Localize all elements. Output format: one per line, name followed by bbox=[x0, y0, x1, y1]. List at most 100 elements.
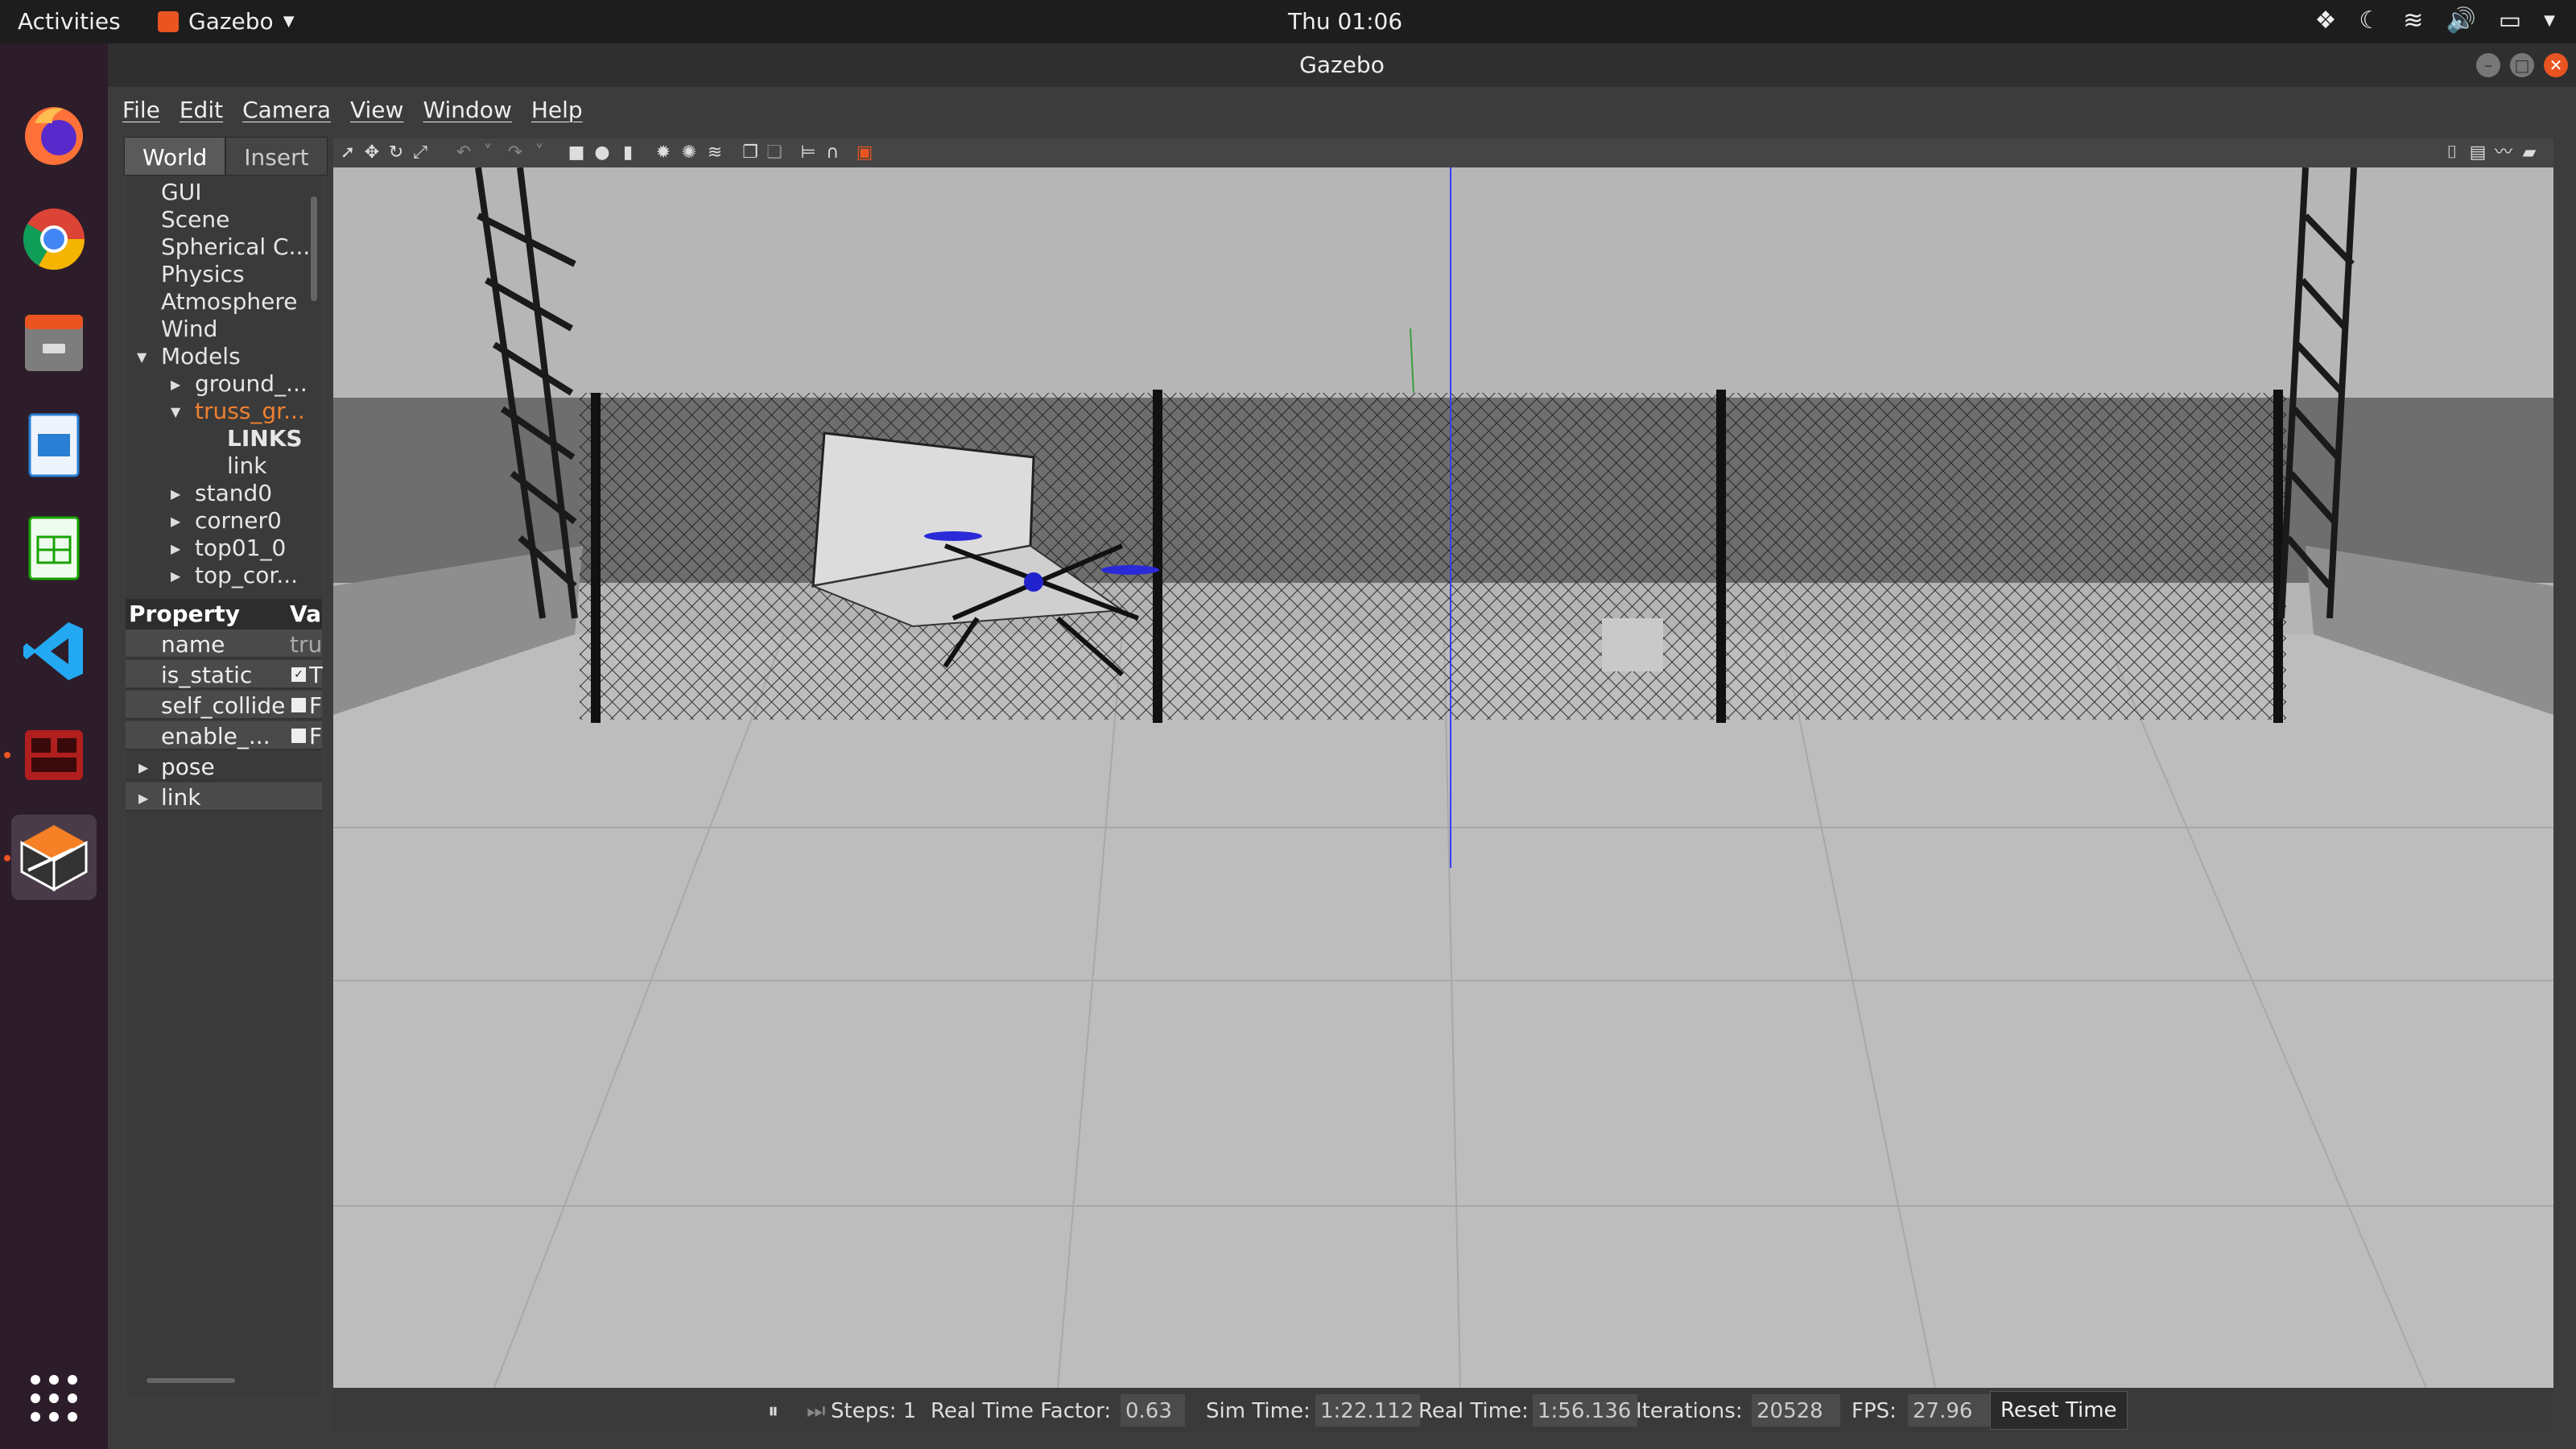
running-indicator bbox=[4, 855, 10, 861]
tree-item-spherical[interactable]: Spherical C... bbox=[161, 233, 310, 260]
sim-time-label: Sim Time: bbox=[1206, 1399, 1311, 1423]
box-shape-icon[interactable]: ■ bbox=[567, 143, 586, 163]
expand-arrow-icon[interactable]: ▼ bbox=[171, 404, 180, 419]
checkbox-checked[interactable]: ✓ bbox=[291, 667, 306, 682]
files-icon[interactable] bbox=[11, 299, 97, 385]
align-icon[interactable]: ⊨ bbox=[799, 143, 818, 163]
reset-time-button[interactable]: Reset Time bbox=[1990, 1391, 2128, 1430]
app-grid-icon[interactable] bbox=[11, 1356, 97, 1441]
property-group-link[interactable]: ▶ link bbox=[126, 782, 322, 811]
3d-viewport[interactable] bbox=[333, 167, 2553, 1388]
paste-icon[interactable]: ❏ bbox=[765, 143, 784, 163]
tree-section-links: LINKS bbox=[227, 425, 303, 452]
copy-icon[interactable]: ❐ bbox=[741, 143, 760, 163]
directional-light-icon[interactable]: ≋ bbox=[705, 143, 724, 163]
tree-item-wind[interactable]: Wind bbox=[161, 316, 217, 342]
redo-icon[interactable]: ↷ bbox=[506, 143, 525, 163]
activities-button[interactable]: Activities bbox=[18, 8, 121, 35]
tree-item-link[interactable]: link bbox=[227, 452, 267, 479]
expand-arrow-icon[interactable]: ▼ bbox=[137, 349, 147, 365]
menu-edit[interactable]: Edit bbox=[180, 97, 223, 123]
change-view-icon[interactable]: ▣ bbox=[855, 143, 874, 163]
chevron-down-icon[interactable]: ˅ bbox=[478, 143, 497, 163]
point-light-icon[interactable]: ✹ bbox=[654, 143, 673, 163]
cylinder-shape-icon[interactable]: ▮ bbox=[618, 143, 638, 163]
tree-item-stand0[interactable]: stand0 bbox=[195, 480, 272, 506]
chevron-down-icon[interactable]: ▼ bbox=[2544, 12, 2555, 29]
tree-item-scene[interactable]: Scene bbox=[161, 206, 229, 233]
terminal-icon[interactable] bbox=[11, 712, 97, 797]
spot-light-icon[interactable]: ✺ bbox=[679, 143, 699, 163]
app-menu[interactable]: Gazebo ▼ bbox=[158, 8, 295, 35]
fps-label: FPS: bbox=[1852, 1399, 1897, 1423]
menu-camera[interactable]: Camera bbox=[242, 97, 331, 123]
wifi-icon[interactable]: ≋ bbox=[2403, 6, 2423, 35]
tree-item-top01[interactable]: top01_0 bbox=[195, 535, 286, 561]
collapse-arrow-icon: ▶ bbox=[138, 791, 149, 806]
screenshot-icon[interactable]: ⌷ bbox=[2442, 143, 2462, 163]
chevron-down-icon[interactable]: ˅ bbox=[530, 143, 549, 163]
translate-mode-icon[interactable]: ✥ bbox=[362, 143, 382, 163]
menu-window[interactable]: Window bbox=[423, 97, 511, 123]
collapse-arrow-icon[interactable]: ▶ bbox=[171, 568, 180, 584]
collapse-arrow-icon[interactable]: ▶ bbox=[171, 514, 180, 529]
running-indicator bbox=[4, 752, 10, 758]
firefox-icon[interactable] bbox=[11, 92, 97, 177]
maximize-button[interactable]: □ bbox=[2510, 53, 2534, 77]
tree-item-atmosphere[interactable]: Atmosphere bbox=[161, 288, 298, 315]
tree-item-models[interactable]: Models bbox=[161, 343, 241, 369]
collapse-arrow-icon[interactable]: ▶ bbox=[171, 377, 180, 392]
rotate-mode-icon[interactable]: ↻ bbox=[386, 143, 406, 163]
tree-item-physics[interactable]: Physics bbox=[161, 261, 245, 287]
minimize-button[interactable]: – bbox=[2476, 53, 2500, 77]
tree-item-corner0[interactable]: corner0 bbox=[195, 507, 282, 534]
vscode-icon[interactable] bbox=[11, 609, 97, 694]
night-light-icon[interactable]: ☾ bbox=[2359, 6, 2380, 35]
writer-icon[interactable] bbox=[11, 402, 97, 488]
select-mode-icon[interactable]: ➚ bbox=[338, 143, 357, 163]
menu-view[interactable]: View bbox=[350, 97, 403, 123]
gazebo-icon[interactable] bbox=[11, 815, 97, 900]
property-row[interactable]: is_static ✓ T bbox=[126, 660, 324, 689]
collapse-arrow-icon[interactable]: ▶ bbox=[171, 541, 180, 556]
sphere-shape-icon[interactable]: ● bbox=[592, 143, 612, 163]
window-titlebar[interactable]: Gazebo – □ ✕ bbox=[108, 43, 2576, 87]
menu-file[interactable]: File bbox=[122, 97, 160, 123]
scale-mode-icon[interactable]: ⤢ bbox=[411, 143, 430, 163]
video-record-icon[interactable]: ▰ bbox=[2520, 143, 2539, 163]
dropbox-icon[interactable]: ❖ bbox=[2314, 6, 2336, 35]
steps-label[interactable]: Steps: 1 bbox=[831, 1399, 916, 1423]
close-button[interactable]: ✕ bbox=[2544, 53, 2568, 77]
horizontal-scrollbar[interactable] bbox=[147, 1378, 235, 1383]
property-row[interactable]: name tru bbox=[126, 630, 322, 658]
snap-icon[interactable]: ∩ bbox=[823, 143, 842, 163]
chrome-icon[interactable] bbox=[11, 196, 97, 282]
tree-item-topcor[interactable]: top_cor... bbox=[195, 562, 298, 588]
undo-icon[interactable]: ↶ bbox=[454, 143, 473, 163]
step-icon[interactable]: ⏭ bbox=[807, 1399, 825, 1424]
tab-insert[interactable]: Insert bbox=[225, 137, 328, 175]
property-row[interactable]: self_collide F bbox=[126, 691, 322, 720]
property-value[interactable]: tru bbox=[290, 631, 320, 658]
tree-item-truss[interactable]: truss_gr... bbox=[195, 398, 305, 424]
pause-icon[interactable]: ⏸ bbox=[768, 1399, 778, 1424]
tree-item-ground[interactable]: ground_... bbox=[195, 370, 308, 397]
clock[interactable]: Thu 01:06 bbox=[1288, 8, 1402, 35]
tree-scrollbar[interactable] bbox=[311, 196, 317, 301]
battery-icon[interactable]: ▭ bbox=[2499, 6, 2521, 35]
checkbox-unchecked[interactable] bbox=[291, 729, 306, 743]
volume-icon[interactable]: 🔊 bbox=[2446, 6, 2475, 35]
menu-help[interactable]: Help bbox=[531, 97, 583, 123]
property-row[interactable]: enable_... F bbox=[126, 721, 322, 750]
log-icon[interactable]: ▤ bbox=[2468, 143, 2487, 163]
scene-toolbar: ➚ ✥ ↻ ⤢ ↶ ˅ ↷ ˅ ■ ● ▮ ✹ ✺ ≋ ❐ ❏ ⊨ ∩ ▣ ⌷ … bbox=[333, 138, 2553, 167]
property-name: enable_... bbox=[161, 723, 270, 749]
tree-item-gui[interactable]: GUI bbox=[161, 179, 201, 205]
tab-world[interactable]: World bbox=[124, 137, 226, 175]
plot-icon[interactable]: 〰 bbox=[2494, 143, 2513, 163]
checkbox-unchecked[interactable] bbox=[291, 698, 306, 712]
property-value: T bbox=[309, 662, 324, 688]
property-group-pose[interactable]: ▶ pose bbox=[126, 752, 322, 781]
collapse-arrow-icon[interactable]: ▶ bbox=[171, 486, 180, 502]
calc-icon[interactable] bbox=[11, 506, 97, 591]
